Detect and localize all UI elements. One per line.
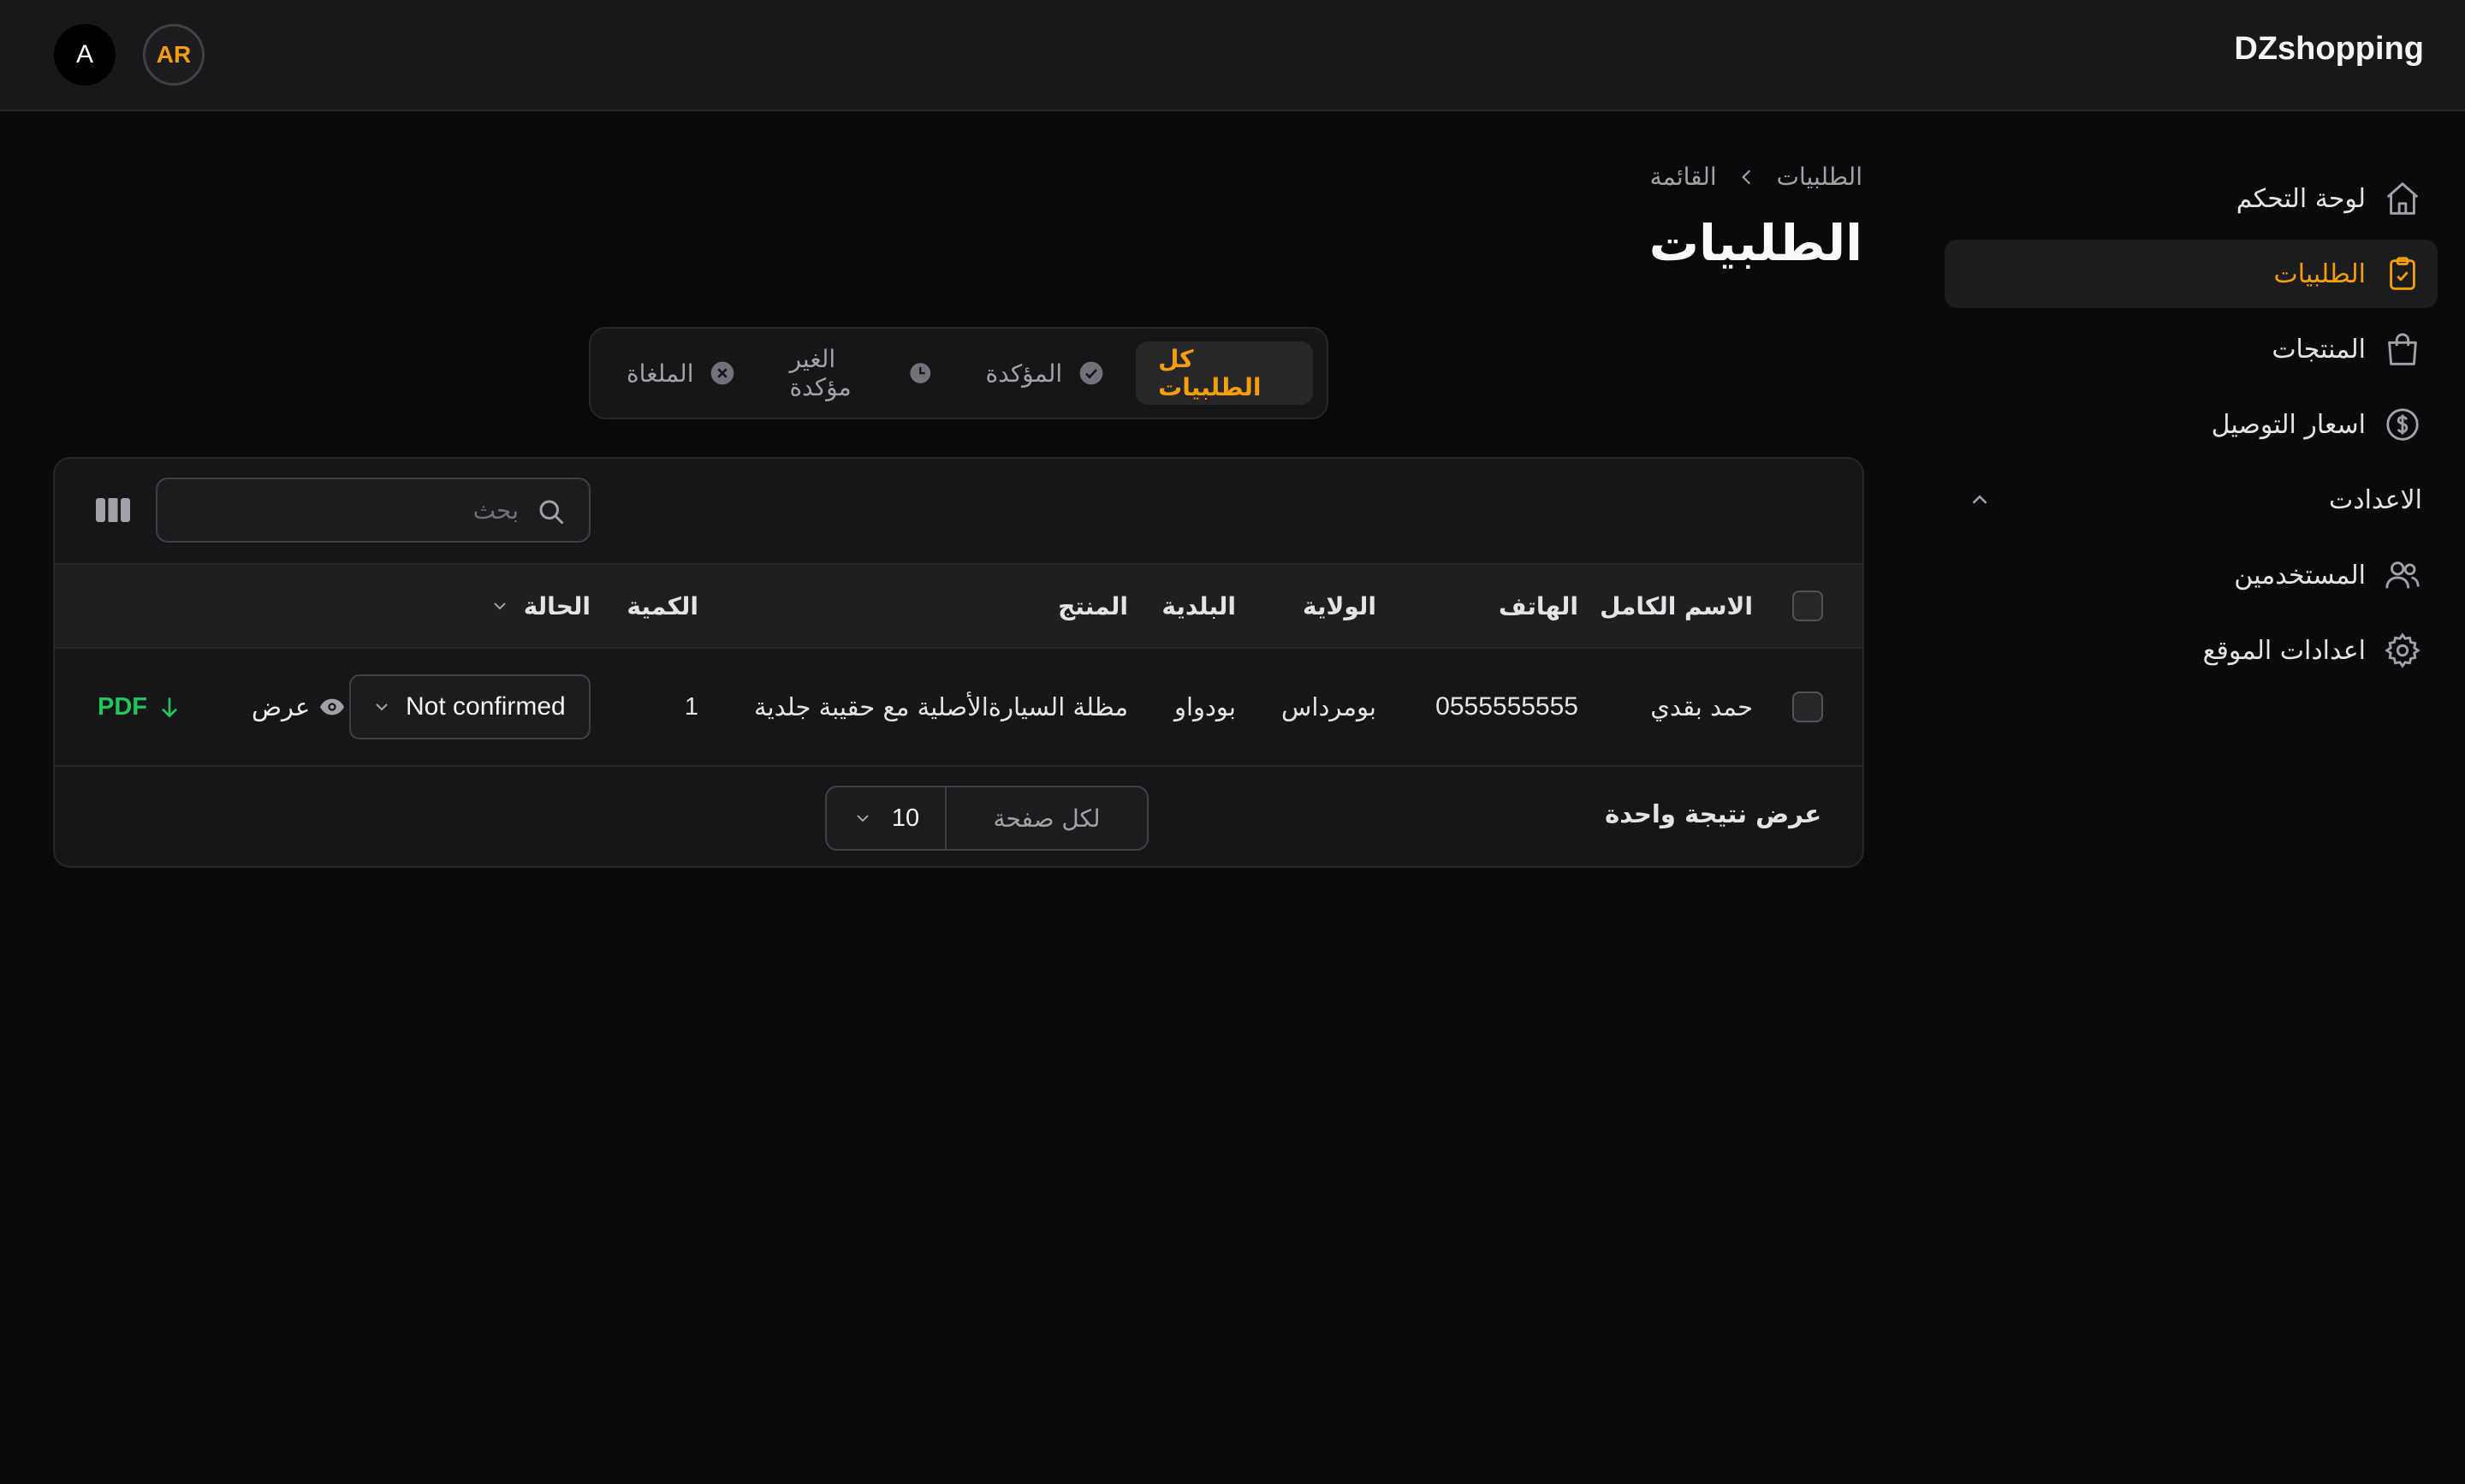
tab-all-orders[interactable]: كل الطلبيات [1136,341,1313,405]
table-header: الاسم الكامل الهاتف الولاية البلدية المن… [55,563,1862,649]
column-header-name[interactable]: الاسم الكامل [1600,565,1753,647]
sidebar-item-label: المستخدمين [2234,560,2366,591]
user-avatar[interactable]: A [54,24,116,86]
clock-icon [910,363,931,383]
sidebar-item-orders[interactable]: الطلبيات [1945,240,2438,308]
tab-label: الملغاة [627,359,694,388]
arrow-down-icon [162,697,177,718]
row-checkbox[interactable] [1792,692,1823,722]
filter-tabs: الملغاة الغير مؤكدة المؤكدة كل الطلبيات [589,327,1328,419]
chevron-down-icon [857,815,869,822]
columns-toggle-icon[interactable] [96,495,130,525]
sidebar-item-label: المنتجات [2272,334,2366,365]
sidebar-item-label: لوحة التحكم [2236,183,2366,214]
pdf-label: PDF [98,692,147,721]
status-value: Not confirmed [406,692,566,721]
per-page-control: 10 لكل صفحة [825,786,1149,851]
cell-state: بومرداس [1281,692,1376,721]
sidebar-group-label: الاعدادت [2328,484,2422,515]
chevron-down-icon [493,603,506,610]
column-header-city[interactable]: البلدية [1161,565,1236,647]
table-row: حمد بقدي 0555555555 بومرداس بودواو مظلة … [55,649,1862,767]
per-page-select[interactable]: 10 [827,787,947,849]
results-count: عرض نتيجة واحدة [1605,799,1821,828]
column-header-state[interactable]: الولاية [1303,565,1376,647]
brand-logo[interactable]: DZshopping [2234,31,2424,68]
sidebar: لوحة التحكم الطلبيات المنتجات اسعار التو… [1945,164,2438,692]
table-footer: عرض نتيجة واحدة 10 لكل صفحة [55,767,1862,866]
cell-product: مظلة السيارةالأصلية مع حقيبة جلدية [754,692,1128,721]
shopping-bag-icon [2388,333,2417,365]
chevron-up-icon[interactable] [1967,487,1993,513]
eye-icon [320,698,345,715]
breadcrumb-current: القائمة [1649,163,1717,191]
sidebar-item-label: الطلبيات [2273,258,2366,289]
sidebar-item-products[interactable]: المنتجات [1945,315,2438,383]
table-toolbar [55,459,1862,563]
search-icon [539,500,564,525]
column-header-phone[interactable]: الهاتف [1499,565,1578,647]
sidebar-item-delivery-prices[interactable]: اسعار التوصيل [1945,390,2438,459]
column-header-status[interactable]: الحالة [490,565,591,647]
orders-table-panel: الاسم الكامل الهاتف الولاية البلدية المن… [53,457,1864,868]
sidebar-item-label: اعدادات الموقع [2202,635,2366,666]
gear-icon [2385,632,2420,668]
column-header-status-label: الحالة [523,591,591,620]
search-input[interactable] [157,479,589,541]
sidebar-item-site-settings[interactable]: اعدادات الموقع [1945,616,2438,685]
clipboard-check-icon [2390,257,2415,290]
check-circle-icon [1079,361,1103,385]
chevron-left-icon [1741,169,1750,184]
row-checkbox-cell [1792,649,1823,765]
cell-quantity: 1 [684,692,698,721]
sidebar-item-users[interactable]: المستخدمين [1945,541,2438,609]
per-page-value: 10 [891,804,920,832]
chevron-down-icon [376,703,388,711]
tab-label: الغير مؤكدة [789,345,852,401]
dollar-circle-icon [2386,408,2419,441]
page-title: الطلبيات [1648,214,1862,272]
sidebar-item-label: اسعار التوصيل [2211,409,2366,440]
home-icon [2386,182,2419,215]
view-button[interactable]: عرض [252,649,346,765]
top-bar: A AR DZshopping [0,0,2465,111]
tab-unconfirmed[interactable]: الغير مؤكدة [767,341,954,405]
breadcrumb-parent[interactable]: الطلبيات [1777,163,1862,191]
select-all-checkbox[interactable] [1792,591,1823,621]
cell-phone: 0555555555 [1435,692,1578,721]
search-box [156,478,591,543]
tab-label: المؤكدة [985,359,1063,388]
tab-label: كل الطلبيات [1158,345,1262,401]
x-circle-icon [711,361,734,385]
sidebar-group-settings[interactable]: الاعدادت [1945,466,2438,534]
users-icon [2385,561,2420,589]
cell-city: بودواو [1173,692,1236,721]
tab-confirmed[interactable]: المؤكدة [963,341,1127,405]
per-page-label: لكل صفحة [993,804,1101,833]
column-header-product[interactable]: المنتج [1058,565,1128,647]
tab-cancelled[interactable]: الملغاة [604,341,758,405]
column-header-quantity[interactable]: الكمية [627,565,698,647]
sidebar-item-dashboard[interactable]: لوحة التحكم [1945,164,2438,233]
status-dropdown[interactable]: Not confirmed [349,674,591,739]
pdf-download-button[interactable]: PDF [98,649,183,765]
language-switcher[interactable]: AR [143,24,205,86]
select-all-checkbox-cell [1792,565,1823,647]
view-label: عرض [252,692,311,721]
breadcrumb: القائمة الطلبيات [1650,163,1862,191]
cell-name: حمد بقدي [1650,692,1753,721]
